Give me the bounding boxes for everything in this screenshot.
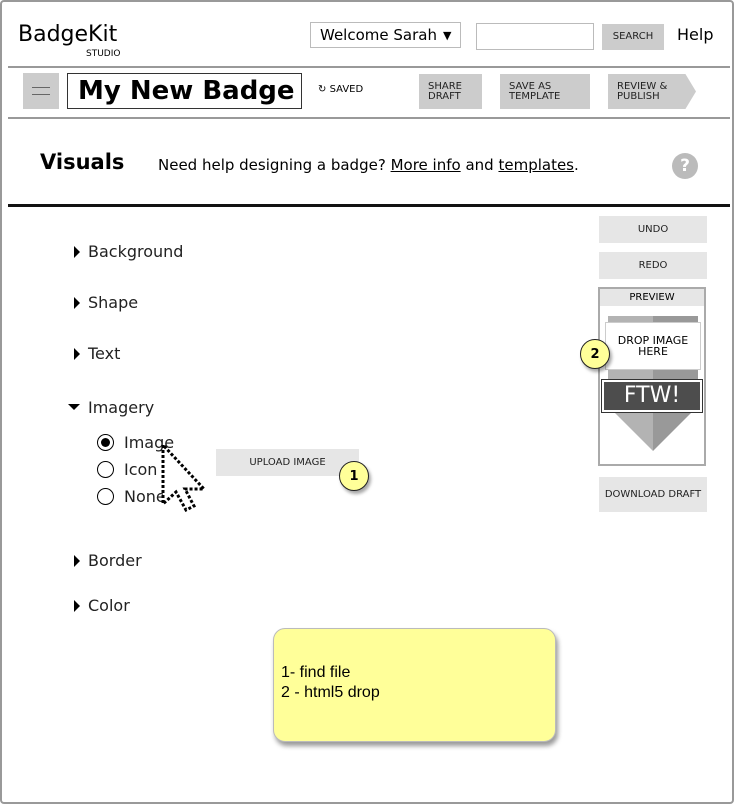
section-text[interactable]: Text (74, 344, 120, 363)
note-line: 2 - html5 drop (281, 684, 380, 701)
refresh-icon: ↻ (318, 84, 327, 95)
download-draft-button[interactable]: DOWNLOAD DRAFT (599, 477, 707, 512)
period: . (574, 156, 579, 174)
caret-down-icon (68, 404, 80, 410)
annotation-marker-1: 1 (339, 461, 369, 491)
redo-button[interactable]: REDO (599, 252, 707, 279)
chevron-down-icon: ▼ (442, 28, 452, 42)
help-link[interactable]: Help (677, 25, 713, 44)
caret-right-icon (74, 297, 80, 309)
search-button[interactable]: SEARCH (602, 24, 664, 50)
search-input[interactable] (476, 23, 594, 50)
divider (8, 66, 730, 68)
help-text: Need help designing a badge? More info a… (158, 156, 579, 174)
radio-icon-circle (97, 488, 114, 505)
brand-logo: BadgeKit (18, 22, 118, 47)
save-as-template-button[interactable]: SAVE AS TEMPLATE (500, 74, 590, 109)
section-imagery[interactable]: Imagery (68, 398, 154, 417)
radio-none[interactable]: None (97, 487, 166, 506)
preview-label: PREVIEW (600, 289, 704, 306)
preview-panel: PREVIEW DROP IMAGE HERE FTW! (598, 287, 706, 466)
menu-button[interactable] (23, 73, 59, 109)
visuals-title: Visuals (40, 150, 125, 174)
upload-image-button[interactable]: UPLOAD IMAGE (216, 449, 359, 476)
help-prompt: Need help designing a badge? (158, 156, 386, 174)
review-publish-button[interactable]: REVIEW & PUBLISH (608, 74, 696, 109)
caret-right-icon (74, 555, 80, 567)
note-line: 1- find file (281, 664, 351, 681)
hamburger-icon (32, 87, 50, 95)
saved-status: ↻ SAVED (318, 84, 363, 95)
divider (8, 117, 730, 119)
more-info-link[interactable]: More info (391, 156, 461, 174)
brand-subtitle: STUDIO (86, 49, 121, 59)
badge-name-input[interactable]: My New Badge (67, 73, 302, 109)
welcome-label: Welcome Sarah (320, 26, 437, 44)
and-text: and (465, 156, 494, 174)
section-divider (8, 204, 730, 207)
welcome-dropdown[interactable]: Welcome Sarah ▼ (310, 22, 461, 48)
help-icon[interactable]: ? (672, 153, 698, 179)
section-border[interactable]: Border (74, 551, 142, 570)
caret-right-icon (74, 348, 80, 360)
radio-icon-circle (97, 461, 114, 478)
share-draft-button[interactable]: SHARE DRAFT (419, 74, 482, 109)
saved-label: SAVED (329, 84, 364, 95)
templates-link[interactable]: templates (498, 156, 574, 174)
app-frame: BadgeKit STUDIO Welcome Sarah ▼ SEARCH H… (0, 0, 734, 804)
annotation-marker-2: 2 (580, 339, 610, 369)
cursor-pointer-icon (161, 442, 208, 512)
caret-right-icon (74, 600, 80, 612)
drop-image-zone[interactable]: DROP IMAGE HERE (605, 322, 701, 370)
badge-text-banner: FTW! (601, 379, 703, 413)
section-background[interactable]: Background (74, 242, 183, 261)
section-color[interactable]: Color (74, 596, 130, 615)
radio-icon[interactable]: Icon (97, 460, 157, 479)
sticky-note: 1- find file 2 - html5 drop (273, 628, 556, 742)
undo-button[interactable]: UNDO (599, 216, 707, 243)
caret-right-icon (74, 246, 80, 258)
section-shape[interactable]: Shape (74, 293, 138, 312)
radio-selected-icon (97, 434, 114, 451)
